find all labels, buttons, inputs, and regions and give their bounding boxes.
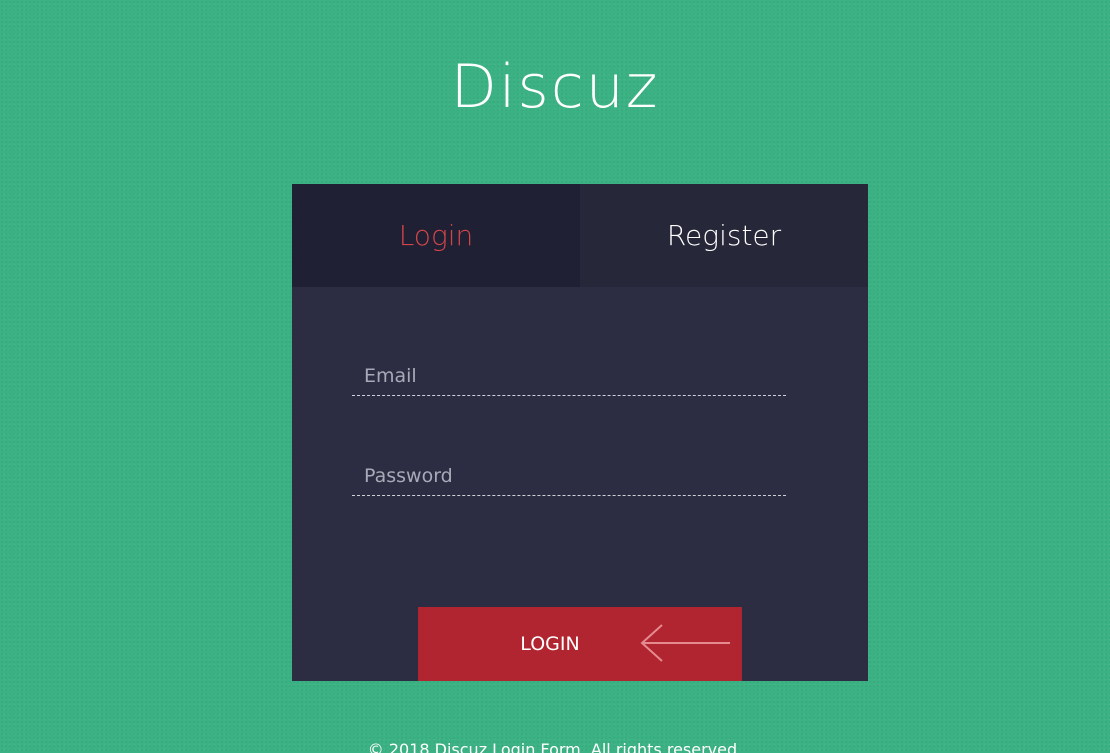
arrow-left-icon xyxy=(640,624,730,662)
auth-panel: Login Register LOGIN xyxy=(292,184,868,681)
login-button[interactable]: LOGIN xyxy=(418,607,742,681)
tab-register[interactable]: Register xyxy=(580,184,868,287)
password-field[interactable] xyxy=(352,456,786,496)
tab-login[interactable]: Login xyxy=(292,184,580,287)
auth-tabs: Login Register xyxy=(292,184,868,287)
site-logo-title: Discuz xyxy=(450,52,660,122)
email-field[interactable] xyxy=(352,356,786,396)
footer-copyright: © 2018 Discuz Login Form. All rights res… xyxy=(367,740,743,753)
